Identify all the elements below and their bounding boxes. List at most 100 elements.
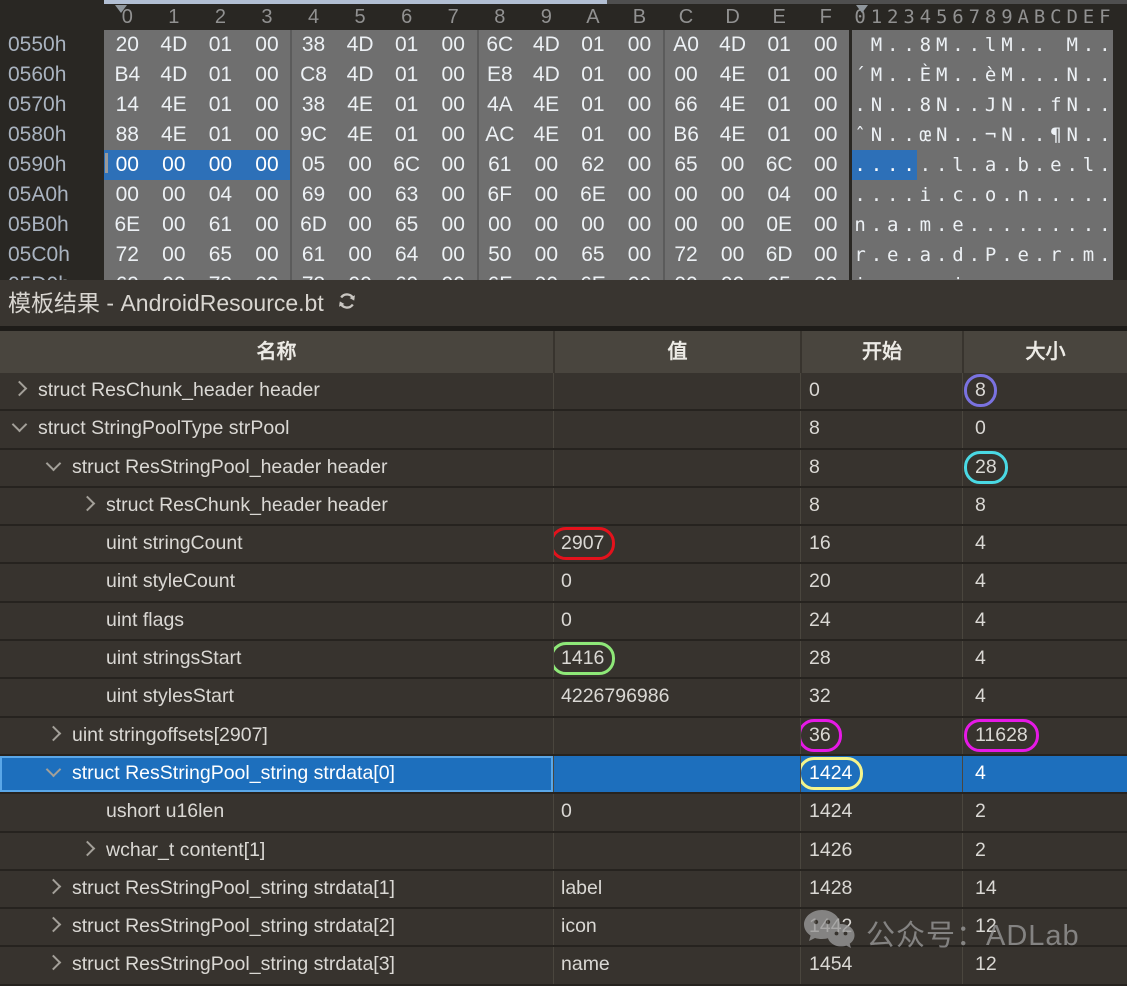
- hex-byte[interactable]: 4D: [523, 30, 570, 60]
- hex-byte[interactable]: 00: [802, 30, 849, 60]
- ascii-char[interactable]: .: [999, 270, 1015, 280]
- ascii-char[interactable]: .: [1064, 150, 1080, 180]
- ascii-char[interactable]: e: [950, 210, 966, 240]
- hex-byte[interactable]: 00: [244, 120, 291, 150]
- hex-byte[interactable]: 00: [430, 210, 477, 240]
- hex-byte[interactable]: 00: [430, 270, 477, 280]
- ascii-char[interactable]: M: [999, 60, 1015, 90]
- hex-byte[interactable]: 00: [151, 150, 198, 180]
- hex-byte[interactable]: 6D: [756, 240, 803, 270]
- ascii-char[interactable]: .: [934, 180, 950, 210]
- hex-byte[interactable]: 00: [244, 270, 291, 280]
- hex-byte[interactable]: 00: [616, 270, 663, 280]
- ascii-char[interactable]: .: [868, 150, 884, 180]
- hex-byte[interactable]: 00: [430, 240, 477, 270]
- table-row[interactable]: ushort u16len014242: [0, 794, 1127, 832]
- ascii-char[interactable]: N: [934, 90, 950, 120]
- row-name-cell[interactable]: struct ResStringPool_string strdata[2]: [0, 909, 553, 945]
- ascii-char[interactable]: .: [966, 270, 982, 280]
- hex-byte[interactable]: AC: [477, 120, 524, 150]
- table-row[interactable]: uint flags0244: [0, 603, 1127, 641]
- hex-byte[interactable]: 01: [756, 90, 803, 120]
- row-name-cell[interactable]: uint flags: [0, 603, 553, 639]
- ascii-char[interactable]: .: [852, 180, 868, 210]
- hex-byte[interactable]: 00: [802, 150, 849, 180]
- hex-byte[interactable]: 00: [663, 60, 710, 90]
- ascii-char[interactable]: .: [1015, 30, 1031, 60]
- hex-byte[interactable]: 20: [104, 30, 151, 60]
- ascii-char[interactable]: N: [1064, 60, 1080, 90]
- column-header-name[interactable]: 名称: [0, 331, 553, 373]
- ascii-char[interactable]: .: [999, 180, 1015, 210]
- table-row[interactable]: struct ResStringPool_string strdata[2]ic…: [0, 909, 1127, 947]
- ascii-char[interactable]: i: [917, 180, 933, 210]
- hex-byte[interactable]: 00: [430, 30, 477, 60]
- ascii-char[interactable]: N: [999, 120, 1015, 150]
- ascii-char[interactable]: N: [868, 120, 884, 150]
- hex-byte[interactable]: 00: [430, 60, 477, 90]
- ascii-char[interactable]: .: [885, 150, 901, 180]
- ascii-char[interactable]: .: [1080, 210, 1096, 240]
- chevron-right-icon[interactable]: [46, 917, 62, 933]
- ascii-char[interactable]: .: [901, 90, 917, 120]
- ascii-char[interactable]: .: [1015, 210, 1031, 240]
- hex-byte[interactable]: 01: [197, 90, 244, 120]
- hex-top-scrollbar[interactable]: [104, 0, 1127, 4]
- ascii-char[interactable]: .: [885, 180, 901, 210]
- hex-byte[interactable]: 00: [709, 270, 756, 280]
- hex-byte[interactable]: 61: [290, 240, 337, 270]
- hex-byte[interactable]: 00: [430, 90, 477, 120]
- ascii-char[interactable]: i: [950, 270, 966, 280]
- hex-byte[interactable]: 64: [383, 240, 430, 270]
- hex-byte[interactable]: 04: [197, 180, 244, 210]
- hex-byte[interactable]: 65: [383, 210, 430, 240]
- hex-byte[interactable]: 00: [523, 210, 570, 240]
- hex-byte[interactable]: 4D: [337, 60, 384, 90]
- ascii-char[interactable]: [852, 30, 868, 60]
- ascii-char[interactable]: .: [1097, 30, 1113, 60]
- hex-byte[interactable]: C8: [290, 60, 337, 90]
- ascii-char[interactable]: .: [983, 210, 999, 240]
- ascii-char[interactable]: .: [917, 150, 933, 180]
- hex-byte[interactable]: 38: [290, 90, 337, 120]
- hex-byte[interactable]: 38: [290, 30, 337, 60]
- row-name-cell[interactable]: struct ResStringPool_header header: [0, 450, 553, 486]
- hex-byte[interactable]: 6E: [104, 210, 151, 240]
- ascii-char[interactable]: .: [934, 210, 950, 240]
- ascii-char[interactable]: .: [901, 150, 917, 180]
- ascii-char[interactable]: .: [1097, 180, 1113, 210]
- ascii-char[interactable]: .: [999, 240, 1015, 270]
- ascii-char[interactable]: ¬: [983, 120, 999, 150]
- hex-byte[interactable]: 14: [104, 90, 151, 120]
- hex-byte[interactable]: 88: [104, 120, 151, 150]
- hex-byte[interactable]: 4E: [523, 90, 570, 120]
- hex-byte[interactable]: 00: [337, 210, 384, 240]
- hex-byte[interactable]: 4D: [151, 60, 198, 90]
- ascii-char[interactable]: è: [983, 60, 999, 90]
- ascii-char[interactable]: a: [885, 210, 901, 240]
- hex-byte[interactable]: 00: [244, 240, 291, 270]
- ascii-char[interactable]: .: [852, 90, 868, 120]
- ascii-char[interactable]: l: [1080, 150, 1096, 180]
- ascii-char[interactable]: 8: [917, 30, 933, 60]
- hex-byte[interactable]: 00: [151, 210, 198, 240]
- ascii-char[interactable]: s: [917, 270, 933, 280]
- hex-byte[interactable]: 01: [383, 120, 430, 150]
- hex-byte[interactable]: 6D: [290, 210, 337, 240]
- hex-byte[interactable]: 4A: [477, 90, 524, 120]
- ascii-char[interactable]: .: [1048, 210, 1064, 240]
- hex-byte[interactable]: 00: [709, 210, 756, 240]
- hex-byte[interactable]: 6C: [477, 30, 524, 60]
- ascii-char[interactable]: .: [950, 30, 966, 60]
- ascii-char[interactable]: .: [1031, 120, 1047, 150]
- row-name-cell[interactable]: wchar_t content[1]: [0, 833, 553, 869]
- hex-byte[interactable]: 00: [337, 180, 384, 210]
- ascii-char[interactable]: .: [901, 30, 917, 60]
- ascii-char[interactable]: m: [1080, 240, 1096, 270]
- hex-byte[interactable]: 73: [197, 270, 244, 280]
- hex-byte[interactable]: 73: [290, 270, 337, 280]
- hex-byte[interactable]: 4D: [709, 30, 756, 60]
- ascii-char[interactable]: .: [1080, 120, 1096, 150]
- hex-byte[interactable]: 00: [616, 240, 663, 270]
- row-name-cell[interactable]: ushort u16len: [0, 794, 553, 830]
